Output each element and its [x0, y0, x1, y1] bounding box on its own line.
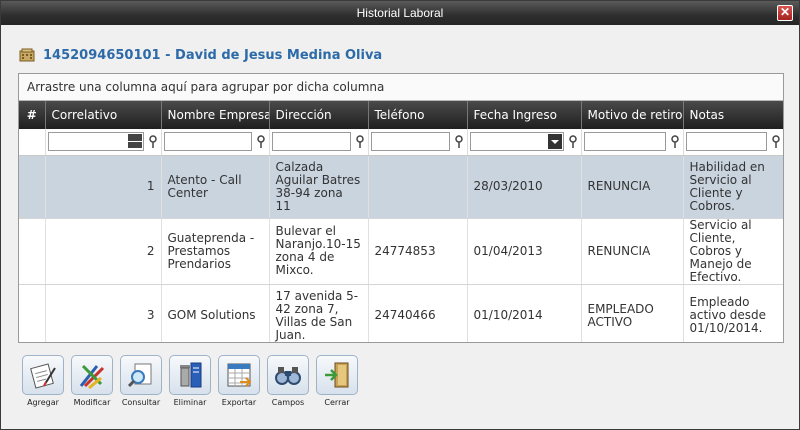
trash-icon [180, 362, 202, 388]
filter-cell-notas [683, 129, 783, 156]
filter-input-direccion[interactable] [271, 132, 351, 152]
filter-cell-correlativo [45, 129, 162, 156]
cell-empresa: Atento - Call Center [161, 155, 270, 219]
filter-input-telefono[interactable] [370, 132, 450, 152]
cell-motivo: EMPLEADO ACTIVO [581, 284, 684, 342]
cell-direccion: 17 avenida 5-42 zona 7, Villas de San Ju… [269, 284, 369, 342]
column-header-telefono[interactable]: Teléfono [368, 101, 468, 129]
filter-input-fecha[interactable] [469, 132, 564, 152]
window-titlebar: Historial Laboral ✕ [1, 1, 799, 25]
edit-pencil-icon [79, 364, 105, 390]
filter-funnel-icon[interactable] [453, 135, 465, 149]
cell-motivo: RENUNCIA [581, 155, 684, 219]
cell-notas: Empleado activo desde 01/10/2014. [683, 284, 783, 342]
row-indicator[interactable] [19, 284, 46, 342]
table-row[interactable]: 3 GOM Solutions 17 avenida 5-42 zona 7, … [19, 284, 783, 342]
work-history-grid: Arrastre una columna aquí para agrupar p… [18, 73, 784, 343]
group-by-panel[interactable]: Arrastre una columna aquí para agrupar p… [19, 74, 783, 101]
cell-notas: Habilidad en Servicio al Cliente y Cobro… [683, 155, 783, 219]
campos-button[interactable]: Campos [264, 355, 312, 411]
column-header-empresa[interactable]: Nombre Empresa [161, 101, 270, 129]
cell-telefono [368, 155, 468, 219]
filter-funnel-icon[interactable] [354, 135, 366, 149]
table-row[interactable]: 2 Guateprenda - Prestamos Prendarios Bul… [19, 218, 783, 285]
filter-input-correlativo[interactable] [47, 132, 144, 152]
row-indicator[interactable] [19, 155, 46, 219]
spinner-icon[interactable] [127, 134, 142, 149]
cell-fecha: 28/03/2010 [467, 155, 582, 219]
filter-cell-empresa [161, 129, 270, 156]
column-header-direccion[interactable]: Dirección [269, 101, 369, 129]
cell-direccion: Bulevar el Naranjo.10-15 zona 4 de Mixco… [269, 218, 369, 285]
cell-correlativo: 1 [45, 155, 162, 219]
filter-cell-motivo [581, 129, 684, 156]
action-toolbar: Agregar Modificar Consultar Eliminar Exp… [19, 355, 362, 411]
column-header-row: # Correlativo Nombre Empresa Dirección T… [19, 101, 783, 129]
modificar-label: Modificar [73, 398, 111, 407]
cell-fecha: 01/10/2014 [467, 284, 582, 342]
exportar-button[interactable]: Exportar [215, 355, 263, 411]
filter-funnel-icon[interactable] [255, 135, 267, 149]
cerrar-button[interactable]: Cerrar [313, 355, 361, 411]
cell-empresa: Guateprenda - Prestamos Prendarios [161, 218, 270, 285]
filter-cell-telefono [368, 129, 468, 156]
binoculars-icon [275, 367, 301, 385]
work-history-table: # Correlativo Nombre Empresa Dirección T… [19, 101, 783, 342]
cell-telefono: 24740466 [368, 284, 468, 342]
consultar-button[interactable]: Consultar [117, 355, 165, 411]
cell-correlativo: 3 [45, 284, 162, 342]
consultar-label: Consultar [121, 398, 161, 407]
filter-cell-direccion [269, 129, 369, 156]
column-header-notas[interactable]: Notas [683, 101, 783, 129]
cell-direccion: Calzada Aguilar Batres 38-94 zona 11 [269, 155, 369, 219]
cell-telefono: 24774853 [368, 218, 468, 285]
row-indicator[interactable] [19, 218, 46, 285]
modificar-button[interactable]: Modificar [68, 355, 116, 411]
table-row[interactable]: 1 Atento - Call Center Calzada Aguilar B… [19, 155, 783, 219]
column-header-fecha[interactable]: Fecha Ingreso [467, 101, 582, 129]
cell-correlativo: 2 [45, 218, 162, 285]
cerrar-label: Cerrar [324, 398, 350, 407]
cell-fecha: 01/04/2013 [467, 218, 582, 285]
column-header-index[interactable]: # [19, 101, 46, 129]
add-document-icon [30, 363, 56, 389]
filter-funnel-icon[interactable] [147, 135, 159, 149]
building-icon [19, 48, 35, 62]
filter-funnel-icon[interactable] [567, 135, 579, 149]
close-icon[interactable]: ✕ [777, 5, 793, 21]
agregar-button[interactable]: Agregar [19, 355, 67, 411]
exportar-label: Exportar [221, 398, 257, 407]
filter-cell-fecha [467, 129, 582, 156]
cell-notas: Servicio al Cliente, Cobros y Manejo de … [683, 218, 783, 285]
eliminar-button[interactable]: Eliminar [166, 355, 214, 411]
export-spreadsheet-icon [227, 363, 252, 387]
agregar-label: Agregar [27, 398, 59, 407]
cell-empresa: GOM Solutions [161, 284, 270, 342]
filter-cell-index [19, 129, 46, 156]
filter-row [19, 129, 783, 156]
exit-door-icon [325, 362, 349, 388]
cell-motivo: RENUNCIA [581, 218, 684, 285]
employee-title: 1452094650101 - David de Jesus Medina Ol… [43, 47, 383, 63]
filter-input-notas[interactable] [685, 132, 767, 152]
magnifier-icon [127, 363, 152, 388]
historial-laboral-window: Historial Laboral ✕ 1452094650101 - Davi… [0, 0, 800, 430]
filter-funnel-icon[interactable] [770, 135, 782, 149]
filter-input-empresa[interactable] [163, 132, 252, 152]
window-title: Historial Laboral [356, 6, 444, 20]
filter-funnel-icon[interactable] [669, 135, 681, 149]
column-header-motivo[interactable]: Motivo de retiro [581, 101, 684, 129]
campos-label: Campos [271, 398, 305, 407]
eliminar-label: Eliminar [173, 398, 207, 407]
column-header-correlativo[interactable]: Correlativo [45, 101, 162, 129]
dropdown-arrow-icon[interactable] [547, 134, 562, 150]
employee-header: 1452094650101 - David de Jesus Medina Ol… [19, 45, 382, 65]
filter-input-motivo[interactable] [583, 132, 666, 152]
